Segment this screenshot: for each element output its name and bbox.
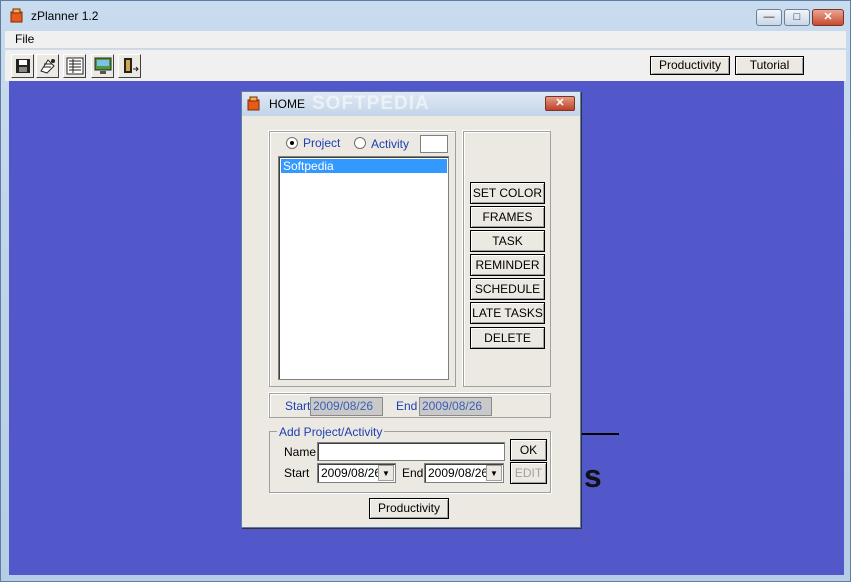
watermark: SOFTPEDIA <box>312 93 430 114</box>
close-button[interactable]: ✕ <box>812 9 844 26</box>
close-icon: ✕ <box>823 11 833 23</box>
menu-file[interactable]: File <box>15 32 34 46</box>
add-end-label: End <box>402 466 424 480</box>
toolbar: Productivity Tutorial <box>5 49 846 81</box>
productivity-button[interactable]: Productivity <box>650 56 730 75</box>
add-end-date-select[interactable]: 2009/08/26 ▼ <box>424 463 504 483</box>
project-radio[interactable] <box>286 137 298 149</box>
task-button[interactable]: TASK <box>470 230 545 252</box>
late-tasks-button[interactable]: LATE TASKS <box>470 302 545 324</box>
ok-button[interactable]: OK <box>510 439 547 461</box>
monitor-picture-icon[interactable] <box>91 54 114 78</box>
schedule-button[interactable]: SCHEDULE <box>470 278 545 300</box>
color-swatch[interactable] <box>420 135 448 153</box>
app-icon <box>10 8 23 23</box>
add-project-legend: Add Project/Activity <box>277 425 385 439</box>
set-color-button[interactable]: SET COLOR <box>470 182 545 204</box>
chevron-down-icon[interactable]: ▼ <box>486 465 502 481</box>
delete-button[interactable]: DELETE <box>470 327 545 349</box>
maximize-icon: □ <box>793 11 801 23</box>
start-label: Start <box>285 399 311 413</box>
minimize-button[interactable]: — <box>756 9 782 26</box>
dialog-icon <box>247 96 260 111</box>
chevron-down-icon[interactable]: ▼ <box>378 465 394 481</box>
frames-button[interactable]: FRAMES <box>470 206 545 228</box>
tutorial-button[interactable]: Tutorial <box>735 56 804 75</box>
main-window: zPlanner 1.2 — □ ✕ File Productivity Tut… <box>0 0 851 582</box>
maximize-button[interactable]: □ <box>784 9 810 26</box>
reminder-button[interactable]: REMINDER <box>470 254 545 276</box>
end-label: End <box>396 399 418 413</box>
dialog-close-button[interactable]: ✕ <box>545 96 575 111</box>
close-icon: ✕ <box>555 97 565 109</box>
project-list[interactable]: Softpedia <box>278 156 449 380</box>
add-start-label: Start <box>284 466 310 480</box>
home-dialog: HOME SOFTPEDIA ✕ Project Activity Softpe… <box>241 91 581 528</box>
add-start-date-select[interactable]: 2009/08/26 ▼ <box>317 463 396 483</box>
open-tools-icon[interactable] <box>36 54 59 78</box>
project-radio-label[interactable]: Project <box>303 136 340 150</box>
minimize-icon: — <box>763 11 775 23</box>
add-project-group <box>269 431 551 493</box>
app-title: zPlanner 1.2 <box>31 9 99 23</box>
activity-radio[interactable] <box>354 137 366 149</box>
menu-bar: File <box>5 31 846 48</box>
name-field[interactable] <box>317 442 505 461</box>
dialog-title: HOME <box>269 97 305 111</box>
dialog-title-bar: HOME SOFTPEDIA ✕ <box>242 92 580 116</box>
title-bar: zPlanner 1.2 — □ ✕ <box>1 1 850 31</box>
end-date-display: 2009/08/26 <box>419 397 492 416</box>
list-icon[interactable] <box>63 54 86 78</box>
start-date-display: 2009/08/26 <box>310 397 383 416</box>
add-end-date-value: 2009/08/26 <box>428 466 489 480</box>
list-item[interactable]: Softpedia <box>281 159 447 173</box>
background-line <box>578 433 619 435</box>
floppy-disk-icon[interactable] <box>11 54 34 78</box>
name-label: Name <box>284 445 317 459</box>
activity-radio-label[interactable]: Activity <box>371 137 409 151</box>
dialog-productivity-button[interactable]: Productivity <box>369 498 449 519</box>
add-start-date-value: 2009/08/26 <box>321 466 382 480</box>
exit-icon[interactable] <box>118 54 141 78</box>
edit-button[interactable]: EDIT <box>510 462 547 484</box>
